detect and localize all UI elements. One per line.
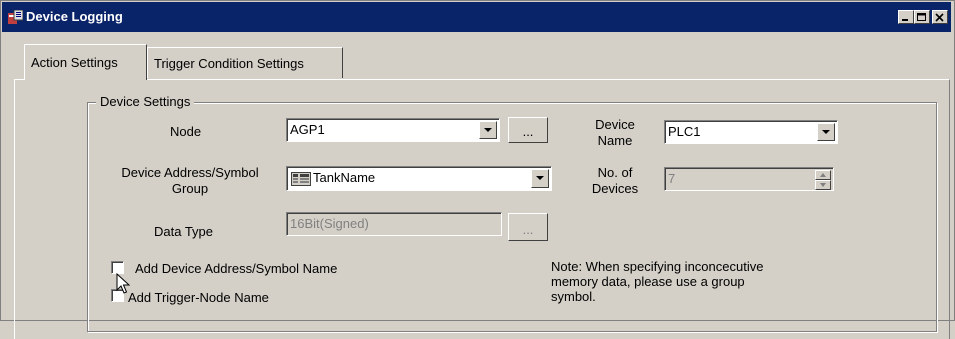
device-name-dropdown-button[interactable] [817, 123, 835, 141]
chevron-down-icon [536, 176, 544, 180]
device-name-dropdown[interactable]: PLC1 [664, 120, 838, 144]
data-type-browse-button[interactable]: ... [508, 213, 548, 241]
chevron-down-icon [822, 130, 830, 134]
tab-action-settings-label: Action Settings [31, 55, 118, 70]
minimize-button[interactable] [898, 10, 914, 24]
device-logging-app-icon [8, 10, 23, 24]
address-group-dropdown-button[interactable] [531, 169, 549, 188]
device-name-label: Device Name [595, 117, 635, 148]
add-trigger-node-label: Add Trigger-Node Name [128, 290, 269, 305]
title-bar[interactable]: Device Logging [2, 2, 951, 32]
add-symbol-name-label: Add Device Address/Symbol Name [135, 261, 338, 276]
chevron-down-icon [484, 128, 492, 132]
no-of-devices-stepper[interactable] [815, 170, 831, 190]
close-button[interactable] [932, 10, 948, 24]
no-of-devices-value: 7 [668, 171, 676, 186]
spin-up-icon [820, 173, 826, 177]
address-group-dropdown[interactable]: TankName [286, 166, 552, 191]
tab-trigger-condition-settings-label: Trigger Condition Settings [154, 56, 304, 71]
no-of-devices-spinner[interactable]: 7 [664, 167, 834, 191]
data-type-label: Data Type [154, 224, 214, 239]
node-label: Node [170, 124, 202, 139]
close-icon [935, 13, 944, 22]
spin-down-button[interactable] [815, 180, 831, 190]
data-type-field[interactable]: 16Bit(Signed) [286, 212, 502, 236]
address-group-label: Device Address/Symbol Group [121, 165, 259, 196]
tab-action-settings[interactable]: Action Settings [24, 44, 147, 80]
symbol-table-icon [291, 172, 311, 186]
spin-up-button[interactable] [815, 170, 831, 180]
maximize-button[interactable] [914, 10, 930, 24]
maximize-icon [917, 13, 926, 21]
note-text: Note: When specifying inconcecutive memo… [551, 259, 764, 304]
mouse-pointer-icon [116, 273, 130, 294]
device-name-value: PLC1 [668, 124, 701, 139]
spin-down-icon [820, 183, 826, 187]
no-of-devices-label: No. of Devices [591, 165, 639, 196]
node-dropdown-button[interactable] [479, 121, 497, 139]
minimize-icon [902, 19, 908, 21]
node-value: AGP1 [290, 122, 325, 137]
tab-trigger-condition-settings[interactable]: Trigger Condition Settings [147, 47, 343, 78]
window-title: Device Logging [26, 9, 123, 24]
data-type-value: 16Bit(Signed) [290, 216, 369, 231]
node-browse-button[interactable]: ... [508, 117, 548, 143]
node-dropdown[interactable]: AGP1 [286, 118, 500, 142]
address-group-value: TankName [313, 170, 376, 185]
device-settings-group-title: Device Settings [96, 94, 195, 109]
